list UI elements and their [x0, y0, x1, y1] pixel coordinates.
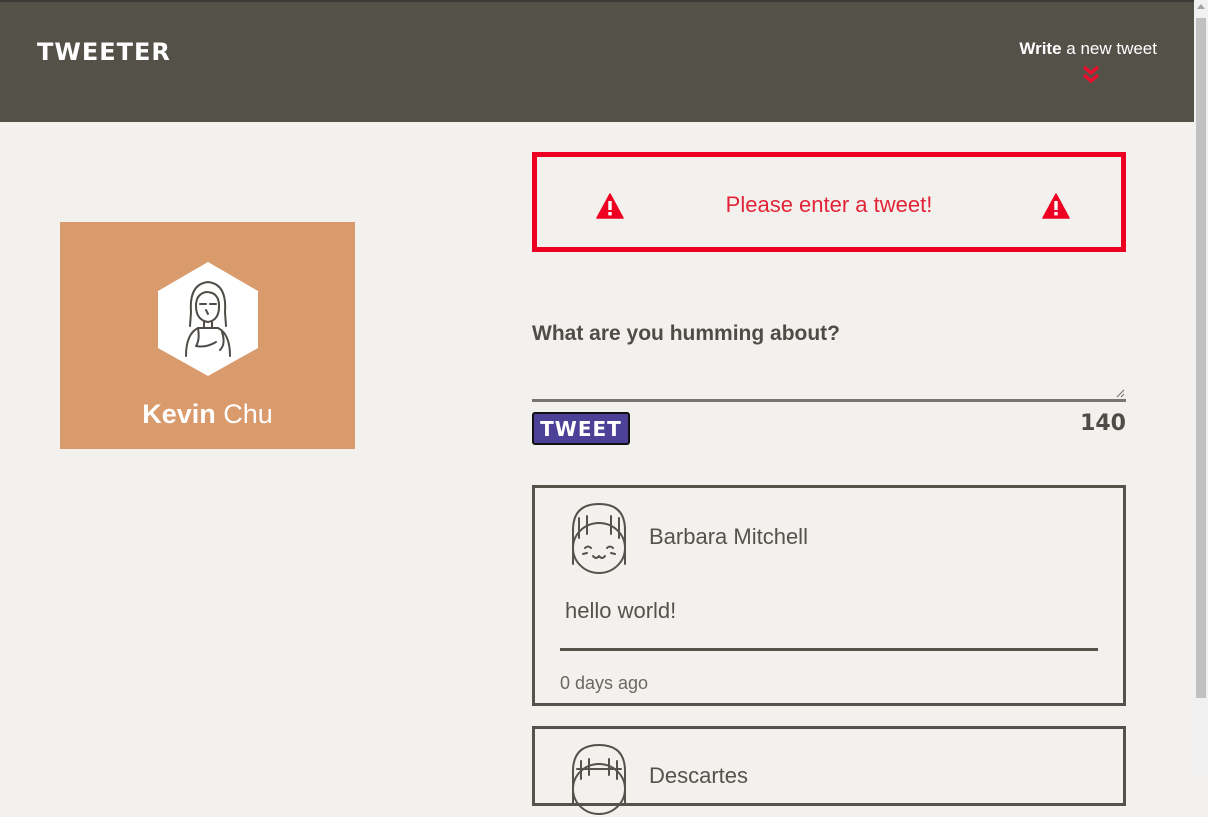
tweet-author: Descartes	[649, 763, 749, 788]
character-counter: 140	[1080, 411, 1126, 436]
app-logo[interactable]: TWEETER	[37, 38, 171, 66]
tweet-input[interactable]	[532, 354, 1126, 402]
scroll-thumb[interactable]	[1196, 18, 1206, 698]
warning-triangle-icon	[1042, 193, 1070, 219]
girl-avatar-hexagon-icon	[158, 262, 258, 376]
tweet-card: Barbara Mitchell hello world! 0 days ago	[532, 485, 1126, 706]
compose-prompt: What are you humming about?	[532, 322, 840, 345]
tweet-card: Descartes	[532, 726, 1126, 815]
error-alert: Please enter a tweet!	[532, 152, 1126, 252]
tweet-timestamp: 0 days ago	[560, 673, 649, 693]
tweet-content: hello world!	[565, 598, 677, 623]
tweet-author: Barbara Mitchell	[649, 524, 808, 549]
error-message: Please enter a tweet!	[725, 192, 933, 217]
double-chevron-down-icon[interactable]	[1081, 64, 1101, 86]
tweet-button[interactable]: TWEET	[532, 412, 630, 445]
scroll-up-arrow-icon[interactable]	[1197, 4, 1205, 9]
vertical-scrollbar[interactable]	[1194, 0, 1208, 776]
tweet-divider	[560, 648, 1098, 651]
top-navigation-bar: TWEETER Write a new tweet	[0, 0, 1194, 122]
profile-first-name: Kevin	[142, 399, 216, 429]
smiling-girl-avatar-icon	[572, 503, 626, 574]
compose-toggle-label: a new tweet	[1061, 39, 1157, 58]
profile-last-name: Chu	[223, 399, 273, 429]
profile-card: Kevin Chu	[60, 222, 355, 449]
girl-avatar-icon	[572, 744, 626, 815]
compose-toggle[interactable]: Write a new tweet	[1019, 39, 1157, 59]
resize-grip-icon[interactable]	[1116, 389, 1125, 398]
compose-toggle-bold-label: Write	[1019, 39, 1062, 58]
profile-name: Kevin Chu	[60, 399, 355, 430]
